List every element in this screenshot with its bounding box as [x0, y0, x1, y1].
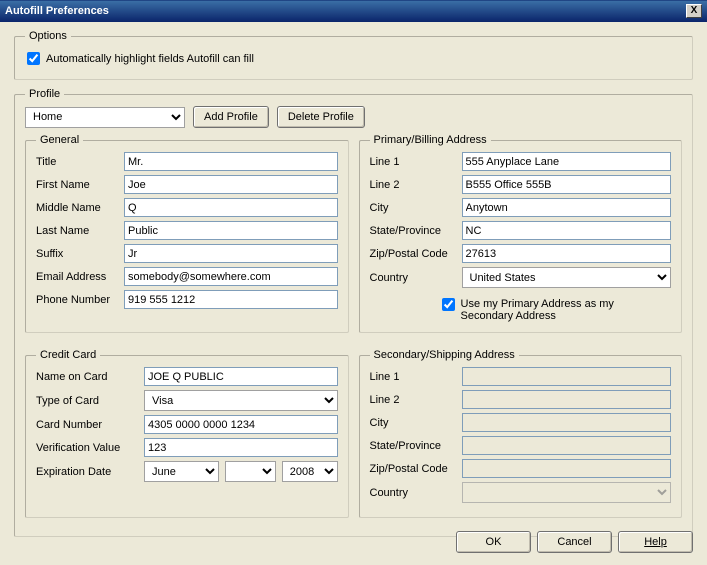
cc-exp-day-select[interactable]: [225, 461, 276, 482]
primary-city-label: City: [370, 202, 462, 214]
close-button[interactable]: X: [686, 4, 702, 18]
email-label: Email Address: [36, 271, 124, 283]
options-legend: Options: [25, 30, 71, 42]
highlight-label: Automatically highlight fields Autofill …: [46, 53, 254, 65]
cc-name-input[interactable]: [144, 367, 338, 386]
cc-legend: Credit Card: [36, 349, 100, 361]
cc-exp-month-select[interactable]: June: [144, 461, 219, 482]
secondary-address-group: Secondary/Shipping Address Line 1 Line 2…: [359, 349, 683, 518]
suffix-label: Suffix: [36, 248, 124, 260]
primary-legend: Primary/Billing Address: [370, 134, 491, 146]
credit-card-group: Credit Card Name on Card Type of CardVis…: [25, 349, 349, 518]
cc-number-label: Card Number: [36, 419, 144, 431]
email-input[interactable]: [124, 267, 338, 286]
general-legend: General: [36, 134, 83, 146]
secondary-zip-input: [462, 459, 672, 478]
secondary-line2-label: Line 2: [370, 394, 462, 406]
secondary-city-input: [462, 413, 672, 432]
cc-exp-year-select[interactable]: 2008: [282, 461, 338, 482]
primary-line1-input[interactable]: [462, 152, 672, 171]
secondary-zip-label: Zip/Postal Code: [370, 463, 462, 475]
middle-name-input[interactable]: [124, 198, 338, 217]
cc-type-label: Type of Card: [36, 395, 144, 407]
primary-address-group: Primary/Billing Address Line 1 Line 2 Ci…: [359, 134, 683, 333]
phone-label: Phone Number: [36, 294, 124, 306]
secondary-country-select: [462, 482, 672, 503]
primary-city-input[interactable]: [462, 198, 672, 217]
suffix-input[interactable]: [124, 244, 338, 263]
first-name-label: First Name: [36, 179, 124, 191]
primary-country-label: Country: [370, 272, 462, 284]
dialog-content: Options Automatically highlight fields A…: [0, 22, 707, 565]
primary-zip-input[interactable]: [462, 244, 672, 263]
cc-type-select[interactable]: Visa: [144, 390, 338, 411]
cc-name-label: Name on Card: [36, 371, 144, 383]
secondary-city-label: City: [370, 417, 462, 429]
title-label: Title: [36, 156, 124, 168]
help-label: Help: [644, 536, 667, 548]
cc-exp-label: Expiration Date: [36, 466, 144, 478]
window-title: Autofill Preferences: [5, 5, 109, 17]
cc-cvv-label: Verification Value: [36, 442, 144, 454]
primary-state-input[interactable]: [462, 221, 672, 240]
footer-buttons: OK Cancel Help: [456, 531, 693, 553]
title-input[interactable]: [124, 152, 338, 171]
secondary-state-label: State/Province: [370, 440, 462, 452]
highlight-checkbox[interactable]: [27, 52, 40, 65]
phone-input[interactable]: [124, 290, 338, 309]
title-bar: Autofill Preferences X: [0, 0, 707, 22]
profile-select[interactable]: Home: [25, 107, 185, 128]
secondary-line1-label: Line 1: [370, 371, 462, 383]
primary-country-select[interactable]: United States: [462, 267, 672, 288]
secondary-state-input: [462, 436, 672, 455]
use-primary-label: Use my Primary Address as my Secondary A…: [461, 298, 641, 322]
use-primary-checkbox[interactable]: [442, 298, 455, 311]
first-name-input[interactable]: [124, 175, 338, 194]
secondary-legend: Secondary/Shipping Address: [370, 349, 519, 361]
primary-line1-label: Line 1: [370, 156, 462, 168]
options-group: Options Automatically highlight fields A…: [14, 30, 693, 80]
last-name-label: Last Name: [36, 225, 124, 237]
general-group: General Title First Name Middle Name Las…: [25, 134, 349, 333]
primary-state-label: State/Province: [370, 225, 462, 237]
secondary-country-label: Country: [370, 487, 462, 499]
help-button[interactable]: Help: [618, 531, 693, 553]
last-name-input[interactable]: [124, 221, 338, 240]
cc-number-input[interactable]: [144, 415, 338, 434]
profile-group: Profile Home Add Profile Delete Profile …: [14, 88, 693, 537]
middle-name-label: Middle Name: [36, 202, 124, 214]
primary-line2-input[interactable]: [462, 175, 672, 194]
cancel-button[interactable]: Cancel: [537, 531, 612, 553]
add-profile-button[interactable]: Add Profile: [193, 106, 269, 128]
delete-profile-button[interactable]: Delete Profile: [277, 106, 365, 128]
primary-zip-label: Zip/Postal Code: [370, 248, 462, 260]
ok-button[interactable]: OK: [456, 531, 531, 553]
profile-legend: Profile: [25, 88, 64, 100]
cc-cvv-input[interactable]: [144, 438, 338, 457]
primary-line2-label: Line 2: [370, 179, 462, 191]
secondary-line2-input: [462, 390, 672, 409]
secondary-line1-input: [462, 367, 672, 386]
